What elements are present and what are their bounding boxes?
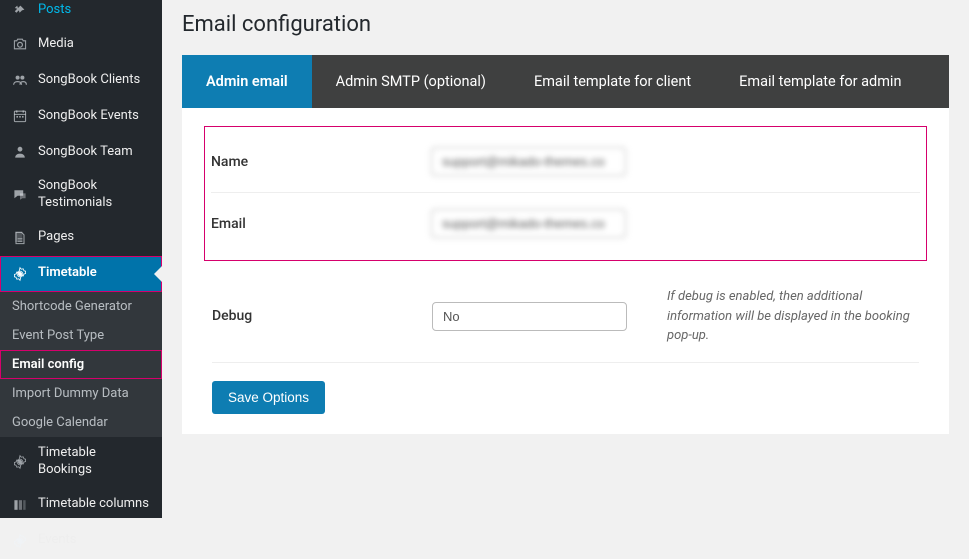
sidebar-item-events[interactable]: Events — [0, 523, 162, 559]
tab-bar: Admin email Admin SMTP (optional) Email … — [182, 55, 949, 108]
gear-icon — [10, 452, 30, 472]
debug-description: If debug is enabled, then additional inf… — [667, 287, 919, 346]
sidebar-item-timetable-columns[interactable]: Timetable columns — [0, 487, 162, 523]
page-title: Email configuration — [182, 0, 949, 55]
sidebar-sub-event-post-type[interactable]: Event Post Type — [0, 321, 162, 350]
sidebar-item-timetable[interactable]: Timetable — [0, 256, 162, 292]
pin-icon — [10, 0, 30, 20]
sidebar-item-label: Timetable Bookings — [38, 445, 152, 479]
debug-select[interactable]: No — [432, 302, 627, 331]
gear-icon — [10, 264, 30, 284]
sidebar-item-label: Pages — [38, 229, 74, 246]
tab-admin-email[interactable]: Admin email — [182, 55, 312, 108]
sidebar-item-media[interactable]: Media — [0, 26, 162, 62]
debug-label: Debug — [212, 308, 432, 324]
tab-email-template-admin[interactable]: Email template for admin — [715, 55, 925, 108]
email-label: Email — [211, 216, 431, 232]
gear-icon — [10, 531, 30, 551]
email-input[interactable] — [431, 209, 626, 238]
highlight-box: Name Email — [204, 126, 927, 261]
sidebar-item-label: SongBook Team — [38, 144, 133, 161]
camera-icon — [10, 34, 30, 54]
columns-icon — [10, 495, 30, 515]
sidebar-item-label: Timetable columns — [38, 496, 149, 513]
sidebar-item-label: SongBook Clients — [38, 72, 140, 89]
sidebar-item-label: Posts — [38, 2, 71, 19]
sidebar-item-timetable-bookings[interactable]: Timetable Bookings — [0, 437, 162, 487]
sidebar-sub-import-dummy-data[interactable]: Import Dummy Data — [0, 379, 162, 408]
sidebar-item-songbook-clients[interactable]: SongBook Clients — [0, 62, 162, 98]
sidebar-item-posts[interactable]: Posts — [0, 0, 162, 26]
sidebar-sub-shortcode-generator[interactable]: Shortcode Generator — [0, 292, 162, 321]
tab-email-template-client[interactable]: Email template for client — [510, 55, 715, 108]
sidebar-sub-google-calendar[interactable]: Google Calendar — [0, 408, 162, 437]
comments-icon — [10, 185, 30, 205]
sidebar-submenu: Shortcode Generator Event Post Type Emai… — [0, 292, 162, 437]
person-icon — [10, 142, 30, 162]
sidebar-item-songbook-testimonials[interactable]: SongBook Testimonials — [0, 170, 162, 220]
save-options-button[interactable]: Save Options — [212, 381, 325, 414]
name-label: Name — [211, 154, 431, 170]
name-input[interactable] — [431, 147, 626, 176]
sidebar-item-songbook-team[interactable]: SongBook Team — [0, 134, 162, 170]
tab-filler — [925, 55, 949, 108]
sidebar-sub-email-config[interactable]: Email config — [0, 350, 162, 379]
sidebar-item-label: Timetable — [38, 265, 97, 282]
tab-admin-smtp[interactable]: Admin SMTP (optional) — [312, 55, 510, 108]
page-icon — [10, 228, 30, 248]
sidebar-item-label: SongBook Events — [38, 108, 139, 125]
sidebar-item-songbook-events[interactable]: SongBook Events — [0, 98, 162, 134]
users-icon — [10, 70, 30, 90]
calendar-icon — [10, 106, 30, 126]
sidebar-item-label: Events — [38, 532, 76, 549]
sidebar-item-pages[interactable]: Pages — [0, 220, 162, 256]
sidebar-item-label: SongBook Testimonials — [38, 178, 152, 212]
sidebar-item-label: Media — [38, 36, 74, 53]
